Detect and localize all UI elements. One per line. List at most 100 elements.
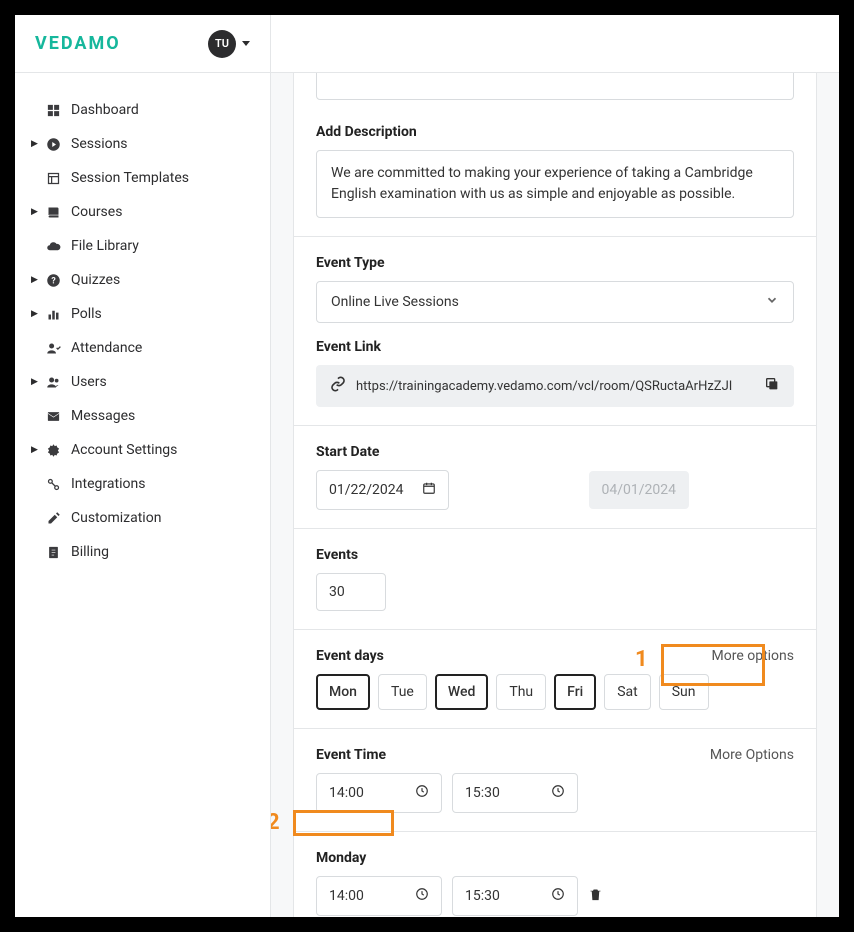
sidebar-item-file-library[interactable]: ▶File Library [15, 229, 270, 263]
book-icon [45, 204, 61, 220]
sidebar-item-users[interactable]: ▶Users [15, 365, 270, 399]
sidebar-item-courses[interactable]: ▶ Courses [15, 195, 270, 229]
cloud-icon [45, 238, 61, 254]
clock-icon [551, 784, 565, 802]
events-count-value: 30 [329, 584, 345, 600]
form-card: English C1 Winter - Spring course 2024 A… [293, 73, 817, 917]
day-button-fri[interactable]: Fri [554, 674, 596, 710]
section-monday: Monday 14:00 15:30 [294, 831, 816, 917]
course-name-input[interactable]: English C1 Winter - Spring course 2024 [316, 73, 794, 100]
chevron-right-icon: ▶ [31, 445, 41, 455]
section-title-desc: English C1 Winter - Spring course 2024 A… [294, 73, 816, 236]
caret-down-icon [242, 41, 250, 46]
logo-cell: VEDAMO TU [15, 15, 271, 72]
sidebar-item-label: Messages [71, 408, 135, 424]
event-link-value: https://trainingacademy.vedamo.com/vcl/r… [356, 379, 754, 394]
sidebar-item-label: Courses [71, 204, 122, 220]
events-count-input[interactable]: 30 [316, 573, 386, 611]
monday-from-value: 14:00 [329, 888, 364, 904]
section-event-days: Event days More options MonTueWedThuFriS… [294, 629, 816, 728]
days-row: MonTueWedThuFriSatSun [316, 674, 794, 710]
mail-icon [45, 408, 61, 424]
event-time-to-input[interactable]: 15:30 [452, 773, 578, 813]
section-event-type: Event Type Online Live Sessions Event Li… [294, 236, 816, 425]
users-icon [45, 374, 61, 390]
event-days-more-options[interactable]: More options [712, 648, 795, 664]
sidebar-item-customization[interactable]: ▶Customization [15, 501, 270, 535]
event-link-row: https://trainingacademy.vedamo.com/vcl/r… [316, 365, 794, 407]
copy-icon[interactable] [764, 376, 780, 396]
start-date-value: 01/22/2024 [329, 482, 404, 498]
clock-icon [415, 887, 429, 905]
topbar: VEDAMO TU [15, 15, 839, 73]
chevron-right-icon: ▶ [31, 275, 41, 285]
chevron-right-icon: ▶ [31, 377, 41, 387]
day-button-tue[interactable]: Tue [378, 674, 427, 710]
annotation-number-2: 2 [271, 810, 280, 835]
sidebar-item-dashboard[interactable]: ▶Dashboard [15, 93, 270, 127]
play-icon [45, 136, 61, 152]
event-time-label: Event Time [316, 747, 386, 763]
monday-to-input[interactable]: 15:30 [452, 876, 578, 916]
sidebar-item-label: Session Templates [71, 170, 189, 186]
end-date-display: 04/01/2024 [589, 471, 690, 509]
event-type-value: Online Live Sessions [331, 294, 459, 310]
question-icon: ? [45, 272, 61, 288]
event-link-label: Event Link [316, 339, 794, 355]
start-date-input[interactable]: 01/22/2024 [316, 470, 449, 510]
description-textarea[interactable]: We are committed to making your experien… [316, 150, 794, 218]
monday-from-input[interactable]: 14:00 [316, 876, 442, 916]
chevron-down-icon [765, 293, 779, 311]
sidebar-item-label: Quizzes [71, 272, 120, 288]
sidebar-item-billing[interactable]: ▶Billing [15, 535, 270, 569]
event-days-label: Event days [316, 648, 384, 664]
sidebar-item-messages[interactable]: ▶Messages [15, 399, 270, 433]
sidebar-item-sessions[interactable]: ▶ Sessions [15, 127, 270, 161]
day-button-wed[interactable]: Wed [435, 674, 489, 710]
annotation-number-1: 1 [635, 647, 648, 672]
template-icon [45, 170, 61, 186]
day-button-sat[interactable]: Sat [604, 674, 651, 710]
event-type-select[interactable]: Online Live Sessions [316, 281, 794, 323]
sidebar-item-label: Attendance [71, 340, 142, 356]
description-text: We are committed to making your experien… [331, 165, 753, 202]
event-time-more-options[interactable]: More Options [710, 747, 794, 763]
gear-icon [45, 442, 61, 458]
sidebar-item-label: Sessions [71, 136, 128, 152]
sidebar-item-account-settings[interactable]: ▶Account Settings [15, 433, 270, 467]
day-button-thu[interactable]: Thu [496, 674, 546, 710]
end-date-value: 04/01/2024 [602, 482, 677, 498]
integrations-icon [45, 476, 61, 492]
sidebar-item-session-templates[interactable]: ▶Session Templates [15, 161, 270, 195]
body: ▶Dashboard▶Sessions▶Session Templates▶Co… [15, 73, 839, 917]
events-label: Events [316, 547, 794, 563]
brand-logo: VEDAMO [35, 33, 121, 54]
monday-to-value: 15:30 [465, 888, 500, 904]
delete-slot-button[interactable] [588, 887, 603, 906]
chevron-right-icon: ▶ [31, 207, 41, 217]
chevron-right-icon: ▶ [31, 139, 41, 149]
sidebar-item-quizzes[interactable]: ▶? Quizzes [15, 263, 270, 297]
sidebar-item-label: Billing [71, 544, 109, 560]
description-label: Add Description [316, 124, 794, 140]
day-button-mon[interactable]: Mon [316, 674, 370, 710]
main-content[interactable]: English C1 Winter - Spring course 2024 A… [271, 73, 839, 917]
sidebar-item-attendance[interactable]: ▶Attendance [15, 331, 270, 365]
billing-icon [45, 544, 61, 560]
user-menu[interactable]: TU [208, 30, 250, 58]
day-button-sun[interactable]: Sun [659, 674, 709, 710]
dashboard-icon [45, 102, 61, 118]
sidebar-item-polls[interactable]: ▶Polls [15, 297, 270, 331]
event-time-to-value: 15:30 [465, 785, 500, 801]
clock-icon [551, 887, 565, 905]
app-frame: VEDAMO TU ▶Dashboard▶Sessions▶Session Te… [15, 15, 839, 917]
sidebar-item-integrations[interactable]: ▶Integrations [15, 467, 270, 501]
clock-icon [415, 784, 429, 802]
section-event-time: Event Time More Options 14:00 15:30 [294, 728, 816, 831]
section-start-date: Start Date 01/22/2024 04/01/2024 [294, 425, 816, 528]
event-type-label: Event Type [316, 255, 794, 271]
event-time-from-input[interactable]: 14:00 [316, 773, 442, 813]
event-time-from-value: 14:00 [329, 785, 364, 801]
calendar-icon [422, 481, 436, 499]
chevron-right-icon: ▶ [31, 309, 41, 319]
